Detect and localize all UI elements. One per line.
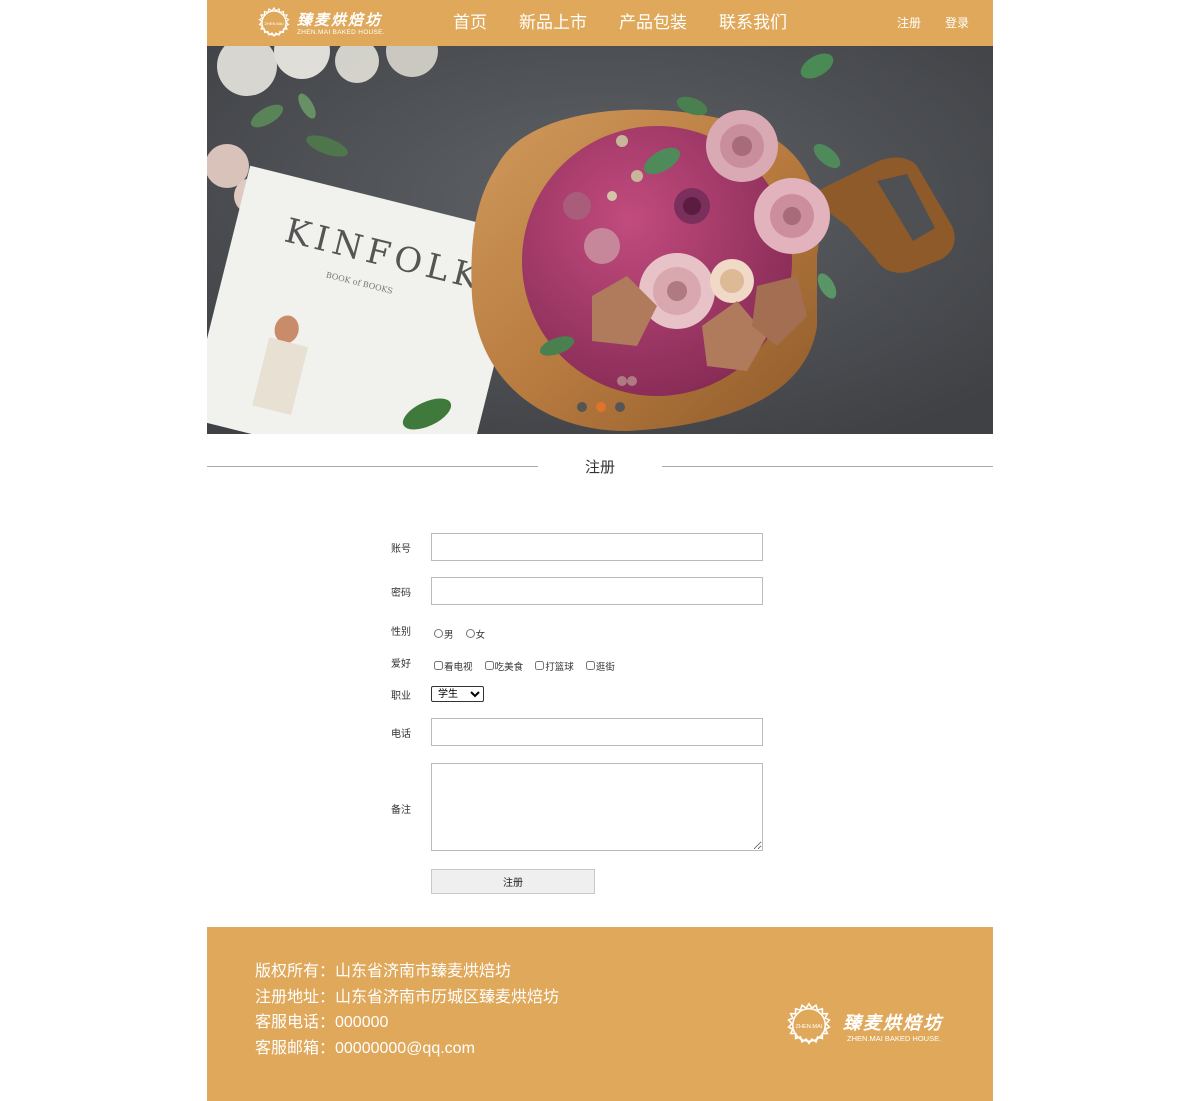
section-title: 注册 xyxy=(584,458,615,476)
carousel-dot[interactable] xyxy=(577,402,587,412)
register-submit-button[interactable]: 注册 xyxy=(431,869,595,894)
seal-text: ZHEN.MAI xyxy=(796,1024,823,1030)
section-heading: 注册 xyxy=(207,455,993,479)
brand-logo[interactable]: ZHEN.MAI 臻麦烘焙坊 ZHEN.MAI BAKED HOUSE. xyxy=(257,5,387,41)
gender-option-label: 男 xyxy=(444,629,454,641)
hobby-option-food[interactable]: 吃美食 xyxy=(482,659,524,673)
brand-name: 臻麦烘焙坊 xyxy=(297,11,383,29)
hobby-option-label: 打篮球 xyxy=(545,661,574,673)
phone-row: 电话 xyxy=(391,718,791,746)
gender-radio-female[interactable] xyxy=(465,629,475,638)
password-label: 密码 xyxy=(391,588,411,599)
page: ZHEN.MAI 臻麦烘焙坊 ZHEN.MAI BAKED HOUSE. 首页 … xyxy=(207,0,993,1101)
account-row: 账号 xyxy=(391,533,791,561)
hobby-label: 爱好 xyxy=(391,659,411,670)
footer-phone: 客服电话：000000 xyxy=(255,1014,389,1032)
banner-image: KINFOLK BOOK of BOOKS xyxy=(207,46,993,434)
seal-text: ZHEN.MAI xyxy=(264,21,283,26)
submit-row: 注册 xyxy=(391,869,791,894)
password-input[interactable] xyxy=(431,577,763,605)
hobby-option-label: 看电视 xyxy=(444,661,473,673)
account-label: 账号 xyxy=(391,544,411,555)
header-bar: ZHEN.MAI 臻麦烘焙坊 ZHEN.MAI BAKED HOUSE. 首页 … xyxy=(207,0,993,46)
user-links: 注册 登录 xyxy=(873,0,969,46)
hobby-option-tv[interactable]: 看电视 xyxy=(431,659,473,673)
nav-item-contact[interactable]: 联系我们 xyxy=(703,0,803,46)
nav-item-packaging[interactable]: 产品包装 xyxy=(603,0,703,46)
remark-textarea[interactable] xyxy=(431,763,763,851)
phone-label: 电话 xyxy=(391,729,411,740)
password-row: 密码 xyxy=(391,577,791,605)
job-label: 职业 xyxy=(391,691,411,702)
hobby-checkbox-shopping[interactable] xyxy=(585,661,595,670)
job-row: 职业 学生 xyxy=(391,686,791,702)
gender-option-label: 女 xyxy=(475,629,486,641)
footer-address: 注册地址：山东省济南市历城区臻麦烘焙坊 xyxy=(255,988,560,1006)
hobby-option-label: 吃美食 xyxy=(494,661,524,673)
footer-email: 客服邮箱：00000000@qq.com xyxy=(255,1039,475,1057)
hobby-option-shopping[interactable]: 逛街 xyxy=(583,659,615,673)
footer-copyright: 版权所有：山东省济南市臻麦烘焙坊 xyxy=(255,963,512,980)
main-nav: 首页 新品上市 产品包装 联系我们 xyxy=(437,0,803,46)
divider-left xyxy=(207,466,538,467)
brand-seal-icon: ZHEN.MAI xyxy=(787,1002,831,1045)
hobby-options: 看电视 吃美食 打篮球 逛街 xyxy=(431,655,619,674)
gender-options: 男 女 xyxy=(431,623,489,642)
account-input[interactable] xyxy=(431,533,763,561)
carousel-dot[interactable] xyxy=(615,402,625,412)
gender-option-female[interactable]: 女 xyxy=(463,627,486,641)
gender-radio-male[interactable] xyxy=(434,629,443,638)
footer-brand-name-en: ZHEN.MAI BAKED HOUSE. xyxy=(847,1034,942,1043)
remark-row: 备注 xyxy=(391,763,791,851)
nav-item-new-products[interactable]: 新品上市 xyxy=(503,0,603,46)
hobby-checkbox-tv[interactable] xyxy=(434,661,443,670)
footer: 版权所有：山东省济南市臻麦烘焙坊 注册地址：山东省济南市历城区臻麦烘焙坊 客服电… xyxy=(207,927,993,1101)
hobby-checkbox-food[interactable] xyxy=(484,661,494,670)
footer-info: 版权所有：山东省济南市臻麦烘焙坊 注册地址：山东省济南市历城区臻麦烘焙坊 客服电… xyxy=(255,959,559,1061)
gender-row: 性别 男 女 xyxy=(391,623,791,642)
hobby-row: 爱好 看电视 吃美食 打篮球 逛街 xyxy=(391,655,791,674)
job-select[interactable]: 学生 xyxy=(431,686,484,702)
divider-right xyxy=(662,466,993,467)
carousel-dots xyxy=(577,402,634,412)
gender-option-male[interactable]: 男 xyxy=(431,627,454,641)
banner-carousel[interactable]: KINFOLK BOOK of BOOKS xyxy=(207,46,993,434)
hobby-option-basketball[interactable]: 打篮球 xyxy=(532,659,574,673)
register-link[interactable]: 注册 xyxy=(897,0,921,46)
footer-logo: ZHEN.MAI 臻麦烘焙坊 ZHEN.MAI BAKED HOUSE. xyxy=(785,1001,955,1051)
login-link[interactable]: 登录 xyxy=(945,0,969,46)
phone-input[interactable] xyxy=(431,718,763,746)
footer-brand-name: 臻麦烘焙坊 xyxy=(843,1013,943,1034)
gender-label: 性别 xyxy=(391,627,411,638)
hobby-checkbox-basketball[interactable] xyxy=(535,661,545,670)
nav-item-home[interactable]: 首页 xyxy=(437,0,503,46)
hobby-option-label: 逛街 xyxy=(595,661,615,673)
carousel-dot-active[interactable] xyxy=(596,402,606,412)
brand-seal-icon: ZHEN.MAI xyxy=(258,6,290,38)
remark-label: 备注 xyxy=(391,805,411,816)
brand-name-en: ZHEN.MAI BAKED HOUSE. xyxy=(297,29,385,36)
